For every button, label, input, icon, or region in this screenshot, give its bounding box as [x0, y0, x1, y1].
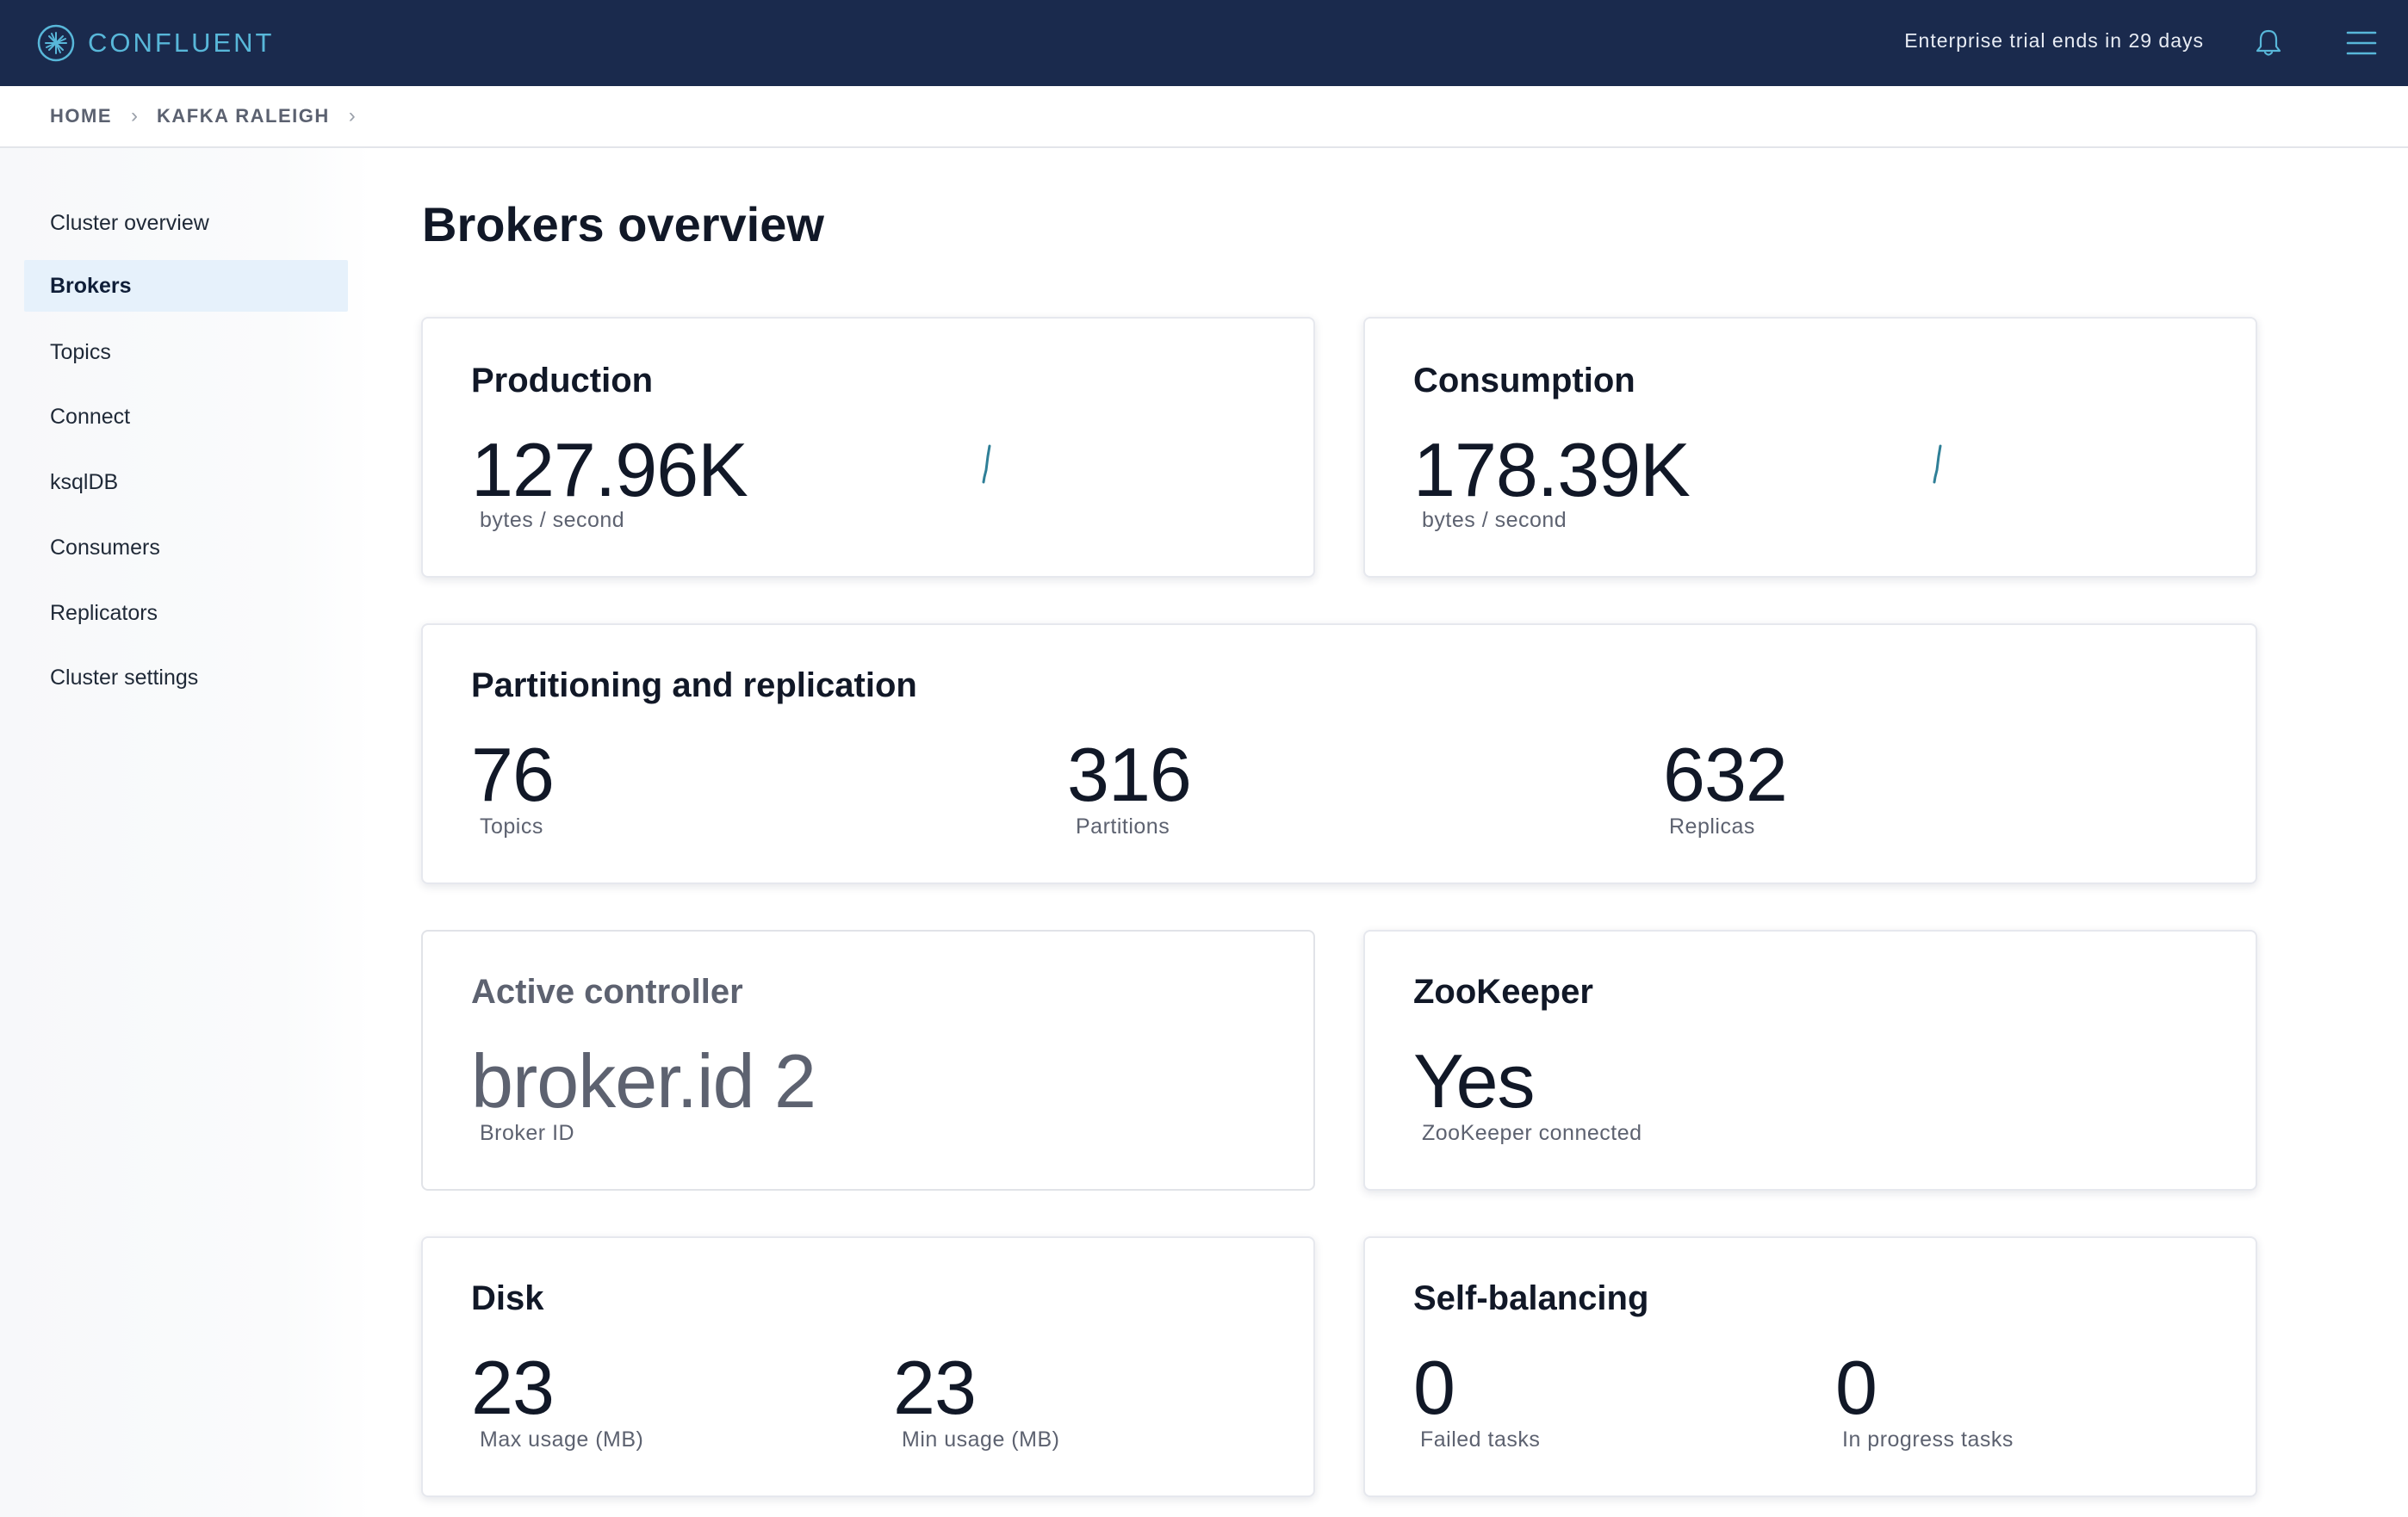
sidebar-item-topics[interactable]: Topics — [24, 326, 348, 378]
active-controller-label: Broker ID — [480, 1121, 575, 1145]
consumption-card[interactable]: Consumption 178.39K bytes / second — [1363, 317, 2257, 578]
production-card[interactable]: Production 127.96K bytes / second — [421, 317, 1315, 578]
topics-label: Topics — [480, 814, 543, 839]
partitioning-card[interactable]: Partitioning and replication 76 Topics 3… — [421, 623, 2257, 884]
sidebar-item-cluster-overview[interactable]: Cluster overview — [24, 197, 348, 249]
disk-card[interactable]: Disk 23 Max usage (MB) 23 Min usage (MB) — [421, 1236, 1315, 1497]
zookeeper-label: ZooKeeper connected — [1422, 1121, 1642, 1145]
brand-home-link[interactable]: CONFLUENT — [36, 22, 274, 64]
replicas-label: Replicas — [1669, 814, 1755, 839]
partitioning-title: Partitioning and replication — [471, 666, 917, 704]
top-bar: CONFLUENT Enterprise trial ends in 29 da… — [0, 0, 2408, 86]
production-value: 127.96K — [471, 427, 748, 512]
in-progress-tasks-value: 0 — [1835, 1345, 1877, 1430]
failed-tasks-label: Failed tasks — [1420, 1427, 1541, 1452]
consumption-sparkline — [1933, 444, 1942, 484]
consumption-value: 178.39K — [1413, 427, 1691, 512]
sidebar: Cluster overview Brokers Topics Connect … — [0, 148, 372, 1517]
breadcrumb-cluster[interactable]: KAFKA RALEIGH — [157, 105, 330, 127]
notifications-button[interactable] — [2251, 26, 2286, 60]
confluent-logo-icon — [37, 24, 75, 62]
consumption-title: Consumption — [1413, 362, 1635, 399]
trial-notice: Enterprise trial ends in 29 days — [1904, 29, 2204, 52]
zookeeper-value: Yes — [1413, 1038, 1536, 1124]
sidebar-item-ksqldb[interactable]: ksqlDB — [24, 456, 348, 508]
consumption-unit: bytes / second — [1422, 508, 1567, 532]
self-balancing-title: Self-balancing — [1413, 1279, 1649, 1317]
disk-min-label: Min usage (MB) — [902, 1427, 1060, 1452]
production-sparkline — [982, 444, 991, 484]
chevron-right-icon: › — [131, 104, 138, 127]
production-unit: bytes / second — [480, 508, 625, 532]
topics-count: 76 — [471, 732, 555, 817]
sidebar-item-brokers[interactable]: Brokers — [24, 260, 348, 312]
bell-icon — [2256, 29, 2281, 56]
disk-min-value: 23 — [893, 1345, 977, 1430]
sidebar-item-replicators[interactable]: Replicators — [24, 587, 348, 639]
failed-tasks-value: 0 — [1413, 1345, 1455, 1430]
brand-name: CONFLUENT — [88, 28, 275, 58]
disk-title: Disk — [471, 1279, 544, 1317]
chevron-right-icon: › — [348, 104, 356, 127]
active-controller-value: broker.id 2 — [471, 1038, 816, 1124]
main-menu-button[interactable] — [2344, 26, 2379, 60]
partitions-count: 316 — [1067, 732, 1192, 817]
in-progress-tasks-label: In progress tasks — [1842, 1427, 2014, 1452]
disk-max-label: Max usage (MB) — [480, 1427, 644, 1452]
production-title: Production — [471, 362, 654, 399]
active-controller-card: Active controller broker.id 2 Broker ID — [421, 930, 1315, 1191]
zookeeper-title: ZooKeeper — [1413, 973, 1593, 1011]
sidebar-item-connect[interactable]: Connect — [24, 391, 348, 443]
page-title: Brokers overview — [422, 197, 824, 251]
sidebar-item-consumers[interactable]: Consumers — [24, 522, 348, 573]
breadcrumb: HOME › KAFKA RALEIGH › — [0, 86, 2408, 148]
active-controller-title: Active controller — [471, 973, 743, 1011]
sidebar-item-cluster-settings[interactable]: Cluster settings — [24, 652, 348, 703]
hamburger-menu-icon — [2346, 31, 2377, 55]
zookeeper-card[interactable]: ZooKeeper Yes ZooKeeper connected — [1363, 930, 2257, 1191]
partitions-label: Partitions — [1076, 814, 1170, 839]
replicas-count: 632 — [1663, 732, 1788, 817]
self-balancing-card[interactable]: Self-balancing 0 Failed tasks 0 In progr… — [1363, 1236, 2257, 1497]
disk-max-value: 23 — [471, 1345, 555, 1430]
breadcrumb-home[interactable]: HOME — [50, 105, 112, 127]
